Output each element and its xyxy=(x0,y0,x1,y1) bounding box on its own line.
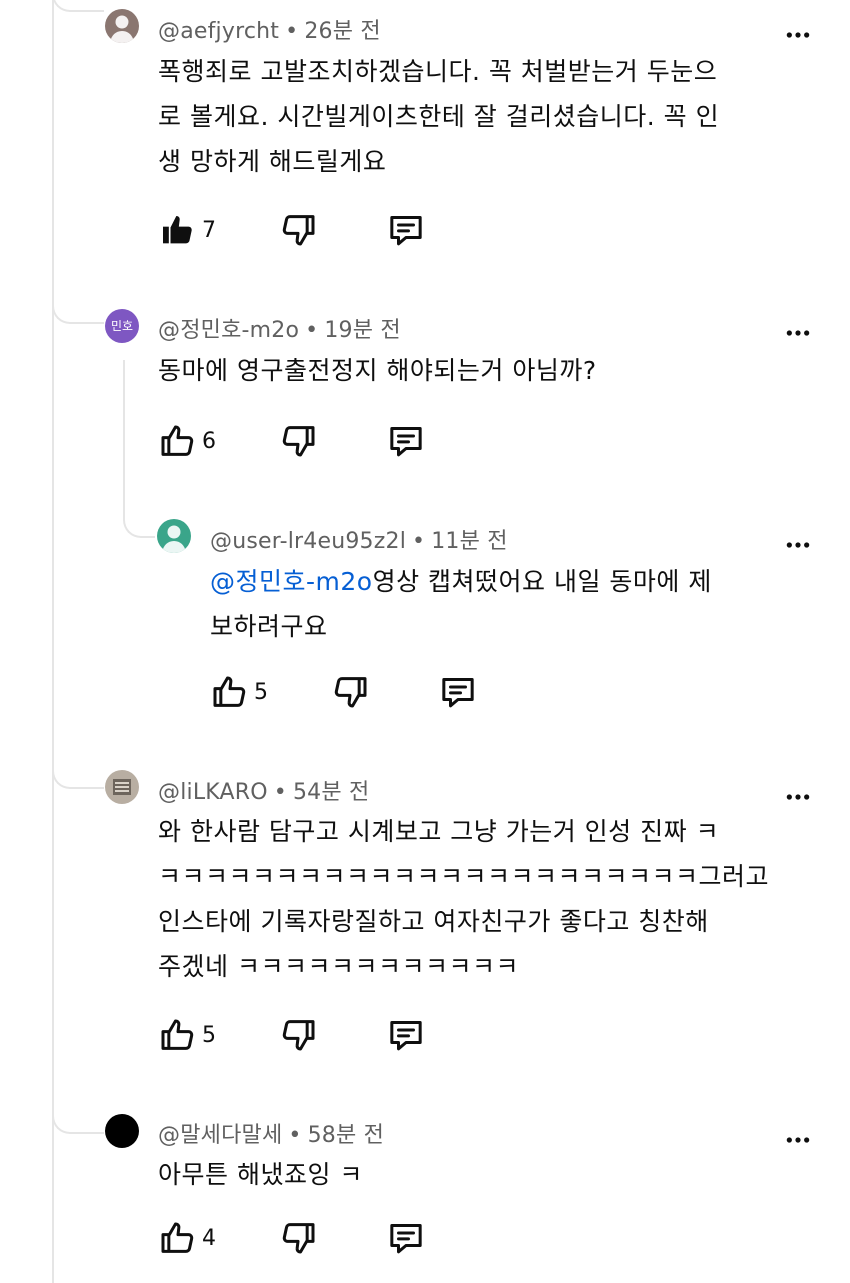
avatar-initials: 민호 xyxy=(110,319,134,333)
comment-actions: 4 xyxy=(158,1218,458,1258)
comment-text: 와 한사람 담구고 시계보고 그냥 가는거 인성 진짜 ㅋ ㅋㅋㅋㅋㅋㅋㅋㅋㅋㅋ… xyxy=(158,809,769,989)
more-options-icon[interactable] xyxy=(785,22,811,48)
comment-line: 아무튼 해냈죠잉 ㅋ xyxy=(158,1160,363,1189)
comment-meta: @user-lr4eu95z2l • 11분 전 xyxy=(210,529,508,554)
more-options-icon[interactable] xyxy=(785,532,811,558)
like-filled-icon[interactable] xyxy=(158,210,198,250)
like-count: 4 xyxy=(202,1226,216,1251)
reply-icon[interactable] xyxy=(386,1015,426,1055)
author-name[interactable]: @liLKARO xyxy=(158,780,268,805)
reply-icon[interactable] xyxy=(386,1218,426,1258)
reply-icon[interactable] xyxy=(386,421,426,461)
more-options-icon[interactable] xyxy=(785,784,811,810)
comment-actions: 7 xyxy=(158,210,458,250)
author-name[interactable]: @aefjyrcht xyxy=(158,19,279,44)
comment: 민호 @정민호-m2o • 19분 전 동마에 영구출전정지 해야되는거 아님까? … xyxy=(0,300,850,480)
comment-line: 로 볼게요. 시간빌게이츠한테 잘 걸리셨습니다. 꼭 인 xyxy=(158,102,720,131)
comment-actions: 5 xyxy=(210,672,510,712)
like-count: 5 xyxy=(254,680,268,705)
comment-actions: 5 xyxy=(158,1015,458,1055)
more-options-icon[interactable] xyxy=(785,1127,811,1153)
dislike-icon[interactable] xyxy=(278,210,318,250)
comment-line: 인스타에 기록자랑질하고 여자친구가 좋다고 칭찬해 xyxy=(158,907,709,936)
reply-icon[interactable] xyxy=(386,210,426,250)
comment-line: 보하려구요 xyxy=(210,612,328,641)
comment-meta: @정민호-m2o • 19분 전 xyxy=(158,318,401,343)
avatar[interactable] xyxy=(105,9,139,43)
avatar[interactable] xyxy=(105,770,139,804)
comment-line: 와 한사람 담구고 시계보고 그냥 가는거 인성 진짜 ㅋ xyxy=(158,817,720,846)
like-icon[interactable] xyxy=(210,672,250,712)
comment: @aefjyrcht • 26분 전 폭행죄로 고발조치하겠습니다. 꼭 처벌받는거… xyxy=(0,0,850,260)
comment-meta: @말세다말세 • 58분 전 xyxy=(158,1123,385,1148)
dislike-icon[interactable] xyxy=(278,1015,318,1055)
timestamp[interactable]: 26분 전 xyxy=(304,19,380,44)
comment-text: 동마에 영구출전정지 해야되는거 아님까? xyxy=(158,348,597,393)
author-name[interactable]: @정민호-m2o xyxy=(158,318,299,343)
avatar[interactable] xyxy=(105,1114,139,1148)
like-icon[interactable] xyxy=(158,421,198,461)
mention-link[interactable]: @정민호-m2o xyxy=(210,567,373,596)
avatar[interactable]: 민호 xyxy=(105,309,139,343)
like-count: 6 xyxy=(202,429,216,454)
timestamp[interactable]: 54분 전 xyxy=(293,780,369,805)
comment-line: 주겠네 ㅋㅋㅋㅋㅋㅋㅋㅋㅋㅋㅋㅋ xyxy=(158,952,519,981)
comment-line: 동마에 영구출전정지 해야되는거 아님까? xyxy=(158,356,597,385)
comment-line: 생 망하게 해드릴게요 xyxy=(158,147,387,176)
comment-line: 폭행죄로 고발조치하겠습니다. 꼭 처벌받는거 두눈으 xyxy=(158,57,718,86)
comment-meta: @aefjyrcht • 26분 전 xyxy=(158,19,381,44)
comment-actions: 6 xyxy=(158,421,458,461)
dislike-icon[interactable] xyxy=(278,421,318,461)
dislike-icon[interactable] xyxy=(278,1218,318,1258)
like-icon[interactable] xyxy=(158,1218,198,1258)
avatar[interactable] xyxy=(157,519,191,553)
comment: @말세다말세 • 58분 전 아무튼 해냈죠잉 ㅋ 4 xyxy=(0,1110,850,1283)
comment-line: @정민호-m2o영상 캡쳐떴어요 내일 동마에 제 xyxy=(210,559,712,604)
comment-meta: @liLKARO • 54분 전 xyxy=(158,780,370,805)
like-count: 5 xyxy=(202,1023,216,1048)
timestamp[interactable]: 19분 전 xyxy=(324,318,400,343)
reply-icon[interactable] xyxy=(438,672,478,712)
comment: @liLKARO • 54분 전 와 한사람 담구고 시계보고 그냥 가는거 인성 … xyxy=(0,765,850,1065)
more-options-icon[interactable] xyxy=(785,320,811,346)
like-icon[interactable] xyxy=(158,1015,198,1055)
comment-line: ㅋㅋㅋㅋㅋㅋㅋㅋㅋㅋㅋㅋㅋㅋㅋㅋㅋㅋㅋㅋㅋㅋㅋ그러고 xyxy=(158,862,770,891)
like-count: 7 xyxy=(202,218,216,243)
author-name[interactable]: @말세다말세 xyxy=(158,1123,282,1148)
dislike-icon[interactable] xyxy=(330,672,370,712)
timestamp[interactable]: 58분 전 xyxy=(308,1123,384,1148)
comment-text: 폭행죄로 고발조치하겠습니다. 꼭 처벌받는거 두눈으 로 볼게요. 시간빌게이… xyxy=(158,49,719,184)
timestamp[interactable]: 11분 전 xyxy=(431,529,507,554)
comment-line-text: 영상 캡쳐떴어요 내일 동마에 제 xyxy=(372,567,712,596)
author-name[interactable]: @user-lr4eu95z2l xyxy=(210,529,406,554)
comment-text: 아무튼 해냈죠잉 ㅋ xyxy=(158,1152,363,1197)
comment-text: @정민호-m2o영상 캡쳐떴어요 내일 동마에 제 보하려구요 xyxy=(210,559,712,649)
reply-comment: @user-lr4eu95z2l • 11분 전 @정민호-m2o영상 캡쳐떴어요 … xyxy=(0,515,850,725)
